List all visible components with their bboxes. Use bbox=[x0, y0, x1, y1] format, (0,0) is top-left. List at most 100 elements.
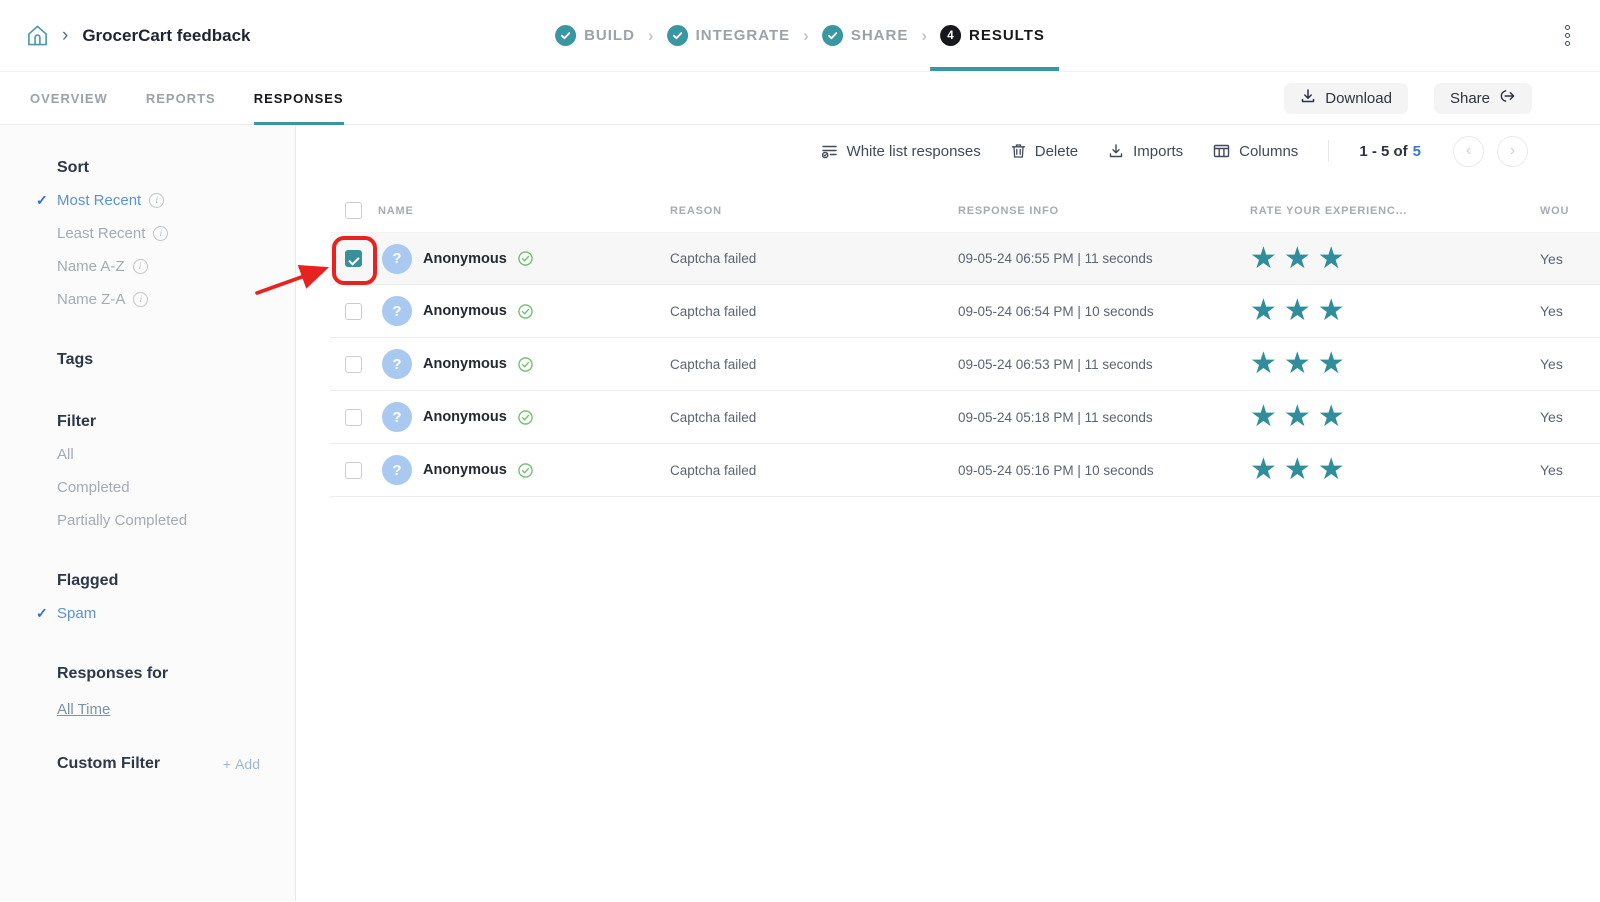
responses-main: White list responses Delete Imports bbox=[296, 125, 1600, 901]
info-icon[interactable]: i bbox=[133, 292, 148, 307]
row-checkbox-cell bbox=[330, 409, 368, 426]
next-page-button[interactable]: › bbox=[1497, 136, 1528, 167]
header-reason[interactable]: REASON bbox=[670, 205, 958, 217]
row-checkbox-cell bbox=[330, 250, 368, 267]
whitelist-responses-button[interactable]: White list responses bbox=[821, 143, 981, 160]
step-share[interactable]: SHARE bbox=[822, 0, 909, 71]
info-icon[interactable]: i bbox=[149, 193, 164, 208]
header-rate-experience[interactable]: RATE YOUR EXPERIENC... bbox=[1250, 205, 1540, 217]
response-info-cell: 09-05-24 05:18 PM | 11 seconds bbox=[958, 410, 1250, 425]
sort-section-title: Sort bbox=[57, 159, 295, 177]
row-checkbox[interactable] bbox=[345, 462, 362, 479]
import-icon bbox=[1108, 143, 1124, 159]
custom-filter-section: Custom Filter + Add bbox=[57, 755, 295, 773]
toolbar-divider bbox=[1328, 140, 1329, 162]
table-row[interactable]: ? Anonymous Captcha failed 09-05-24 06:5… bbox=[330, 338, 1600, 391]
row-checkbox-cell bbox=[330, 356, 368, 373]
delete-button[interactable]: Delete bbox=[1011, 143, 1078, 160]
pager: ‹ › bbox=[1453, 136, 1528, 167]
more-options-icon[interactable] bbox=[1561, 21, 1574, 50]
plus-icon: + bbox=[223, 756, 231, 772]
flagged-section-title: Flagged bbox=[57, 572, 295, 590]
share-button[interactable]: Share bbox=[1434, 83, 1532, 114]
row-checkbox[interactable] bbox=[345, 409, 362, 426]
header-response-info[interactable]: RESPONSE INFO bbox=[958, 205, 1250, 217]
would-recommend-cell: Yes bbox=[1540, 356, 1600, 372]
share-export-icon bbox=[1499, 88, 1516, 108]
check-icon: ✓ bbox=[36, 605, 48, 622]
sidebar-option[interactable]: ✓ Least Recent i bbox=[57, 223, 295, 243]
home-icon[interactable] bbox=[24, 23, 50, 49]
filter-sidebar: Sort ✓ Most Recent i ✓ Least Recent i ✓ … bbox=[0, 125, 296, 901]
avatar: ? bbox=[382, 244, 412, 274]
responses-toolbar: White list responses Delete Imports bbox=[296, 125, 1600, 177]
verified-icon bbox=[518, 410, 533, 425]
avatar: ? bbox=[382, 349, 412, 379]
check-circle-icon bbox=[822, 25, 843, 46]
info-icon[interactable]: i bbox=[153, 226, 168, 241]
would-recommend-cell: Yes bbox=[1540, 251, 1600, 267]
tab-actions: Download Share bbox=[1284, 83, 1532, 114]
step-results[interactable]: 4 RESULTS bbox=[940, 0, 1045, 71]
respondent-cell: ? Anonymous bbox=[368, 455, 670, 485]
star-rating: ★★★ bbox=[1250, 244, 1540, 274]
prev-page-button[interactable]: ‹ bbox=[1453, 136, 1484, 167]
tab-responses[interactable]: RESPONSES bbox=[254, 72, 344, 124]
header-would[interactable]: WOU bbox=[1540, 205, 1600, 217]
sidebar-option[interactable]: ✓ Completed bbox=[57, 477, 295, 497]
columns-button[interactable]: Columns bbox=[1213, 143, 1298, 160]
respondent-cell: ? Anonymous bbox=[368, 402, 670, 432]
whitelist-icon bbox=[821, 143, 838, 160]
download-button[interactable]: Download bbox=[1284, 83, 1408, 114]
header-name[interactable]: NAME bbox=[368, 205, 670, 217]
all-time-link[interactable]: All Time bbox=[57, 701, 110, 718]
verified-icon bbox=[518, 357, 533, 372]
step-build[interactable]: BUILD bbox=[555, 0, 635, 71]
table-row[interactable]: ? Anonymous Captcha failed 09-05-24 06:5… bbox=[330, 285, 1600, 338]
verified-icon bbox=[518, 304, 533, 319]
custom-filter-title: Custom Filter bbox=[57, 755, 160, 773]
step-separator-icon: › bbox=[921, 26, 927, 46]
row-checkbox[interactable] bbox=[345, 303, 362, 320]
flagged-options: ✓ Spam bbox=[57, 603, 295, 623]
build-stepper: BUILD › INTEGRATE › SHARE › 4 RESULTS bbox=[555, 0, 1045, 71]
sidebar-option[interactable]: ✓ Name A-Z i bbox=[57, 256, 295, 276]
verified-icon bbox=[518, 251, 533, 266]
pagination-range: 1 - 5 of 5 bbox=[1359, 143, 1421, 160]
table-body: ? Anonymous Captcha failed 09-05-24 06:5… bbox=[330, 232, 1600, 497]
response-info-cell: 09-05-24 06:54 PM | 10 seconds bbox=[958, 304, 1250, 319]
sidebar-option[interactable]: ✓ All bbox=[57, 444, 295, 464]
tabs: OVERVIEW REPORTS RESPONSES bbox=[30, 72, 344, 124]
sort-options: ✓ Most Recent i ✓ Least Recent i ✓ Name … bbox=[57, 190, 295, 309]
info-icon[interactable]: i bbox=[133, 259, 148, 274]
add-custom-filter-button[interactable]: + Add bbox=[223, 756, 260, 772]
response-info-cell: 09-05-24 06:53 PM | 11 seconds bbox=[958, 357, 1250, 372]
header-checkbox-cell bbox=[330, 202, 368, 219]
app-root: { "topbar": { "breadcrumb_title": "Groce… bbox=[0, 0, 1600, 902]
row-checkbox[interactable] bbox=[345, 250, 362, 267]
top-bar: › GrocerCart feedback BUILD › INTEGRATE … bbox=[0, 0, 1600, 72]
table-row[interactable]: ? Anonymous Captcha failed 09-05-24 06:5… bbox=[330, 232, 1600, 285]
respondent-cell: ? Anonymous bbox=[368, 296, 670, 326]
reason-cell: Captcha failed bbox=[670, 357, 958, 372]
avatar: ? bbox=[382, 402, 412, 432]
check-icon: ✓ bbox=[36, 192, 48, 209]
sidebar-option[interactable]: ✓ Most Recent i bbox=[57, 190, 295, 210]
star-rating: ★★★ bbox=[1250, 296, 1540, 326]
tab-overview[interactable]: OVERVIEW bbox=[30, 72, 108, 124]
download-icon bbox=[1300, 88, 1316, 108]
sidebar-option[interactable]: ✓ Partially Completed bbox=[57, 510, 295, 530]
sidebar-option[interactable]: ✓ Spam bbox=[57, 603, 295, 623]
tab-bar: OVERVIEW REPORTS RESPONSES Download Shar… bbox=[0, 72, 1600, 125]
step-integrate[interactable]: INTEGRATE bbox=[667, 0, 791, 71]
sidebar-option[interactable]: ✓ Name Z-A i bbox=[57, 289, 295, 309]
table-row[interactable]: ? Anonymous Captcha failed 09-05-24 05:1… bbox=[330, 444, 1600, 497]
table-row[interactable]: ? Anonymous Captcha failed 09-05-24 05:1… bbox=[330, 391, 1600, 444]
imports-button[interactable]: Imports bbox=[1108, 143, 1183, 160]
star-rating: ★★★ bbox=[1250, 349, 1540, 379]
row-checkbox[interactable] bbox=[345, 356, 362, 373]
select-all-checkbox[interactable] bbox=[345, 202, 362, 219]
step-number-badge: 4 bbox=[940, 25, 961, 46]
tab-reports[interactable]: REPORTS bbox=[146, 72, 216, 124]
star-rating: ★★★ bbox=[1250, 402, 1540, 432]
